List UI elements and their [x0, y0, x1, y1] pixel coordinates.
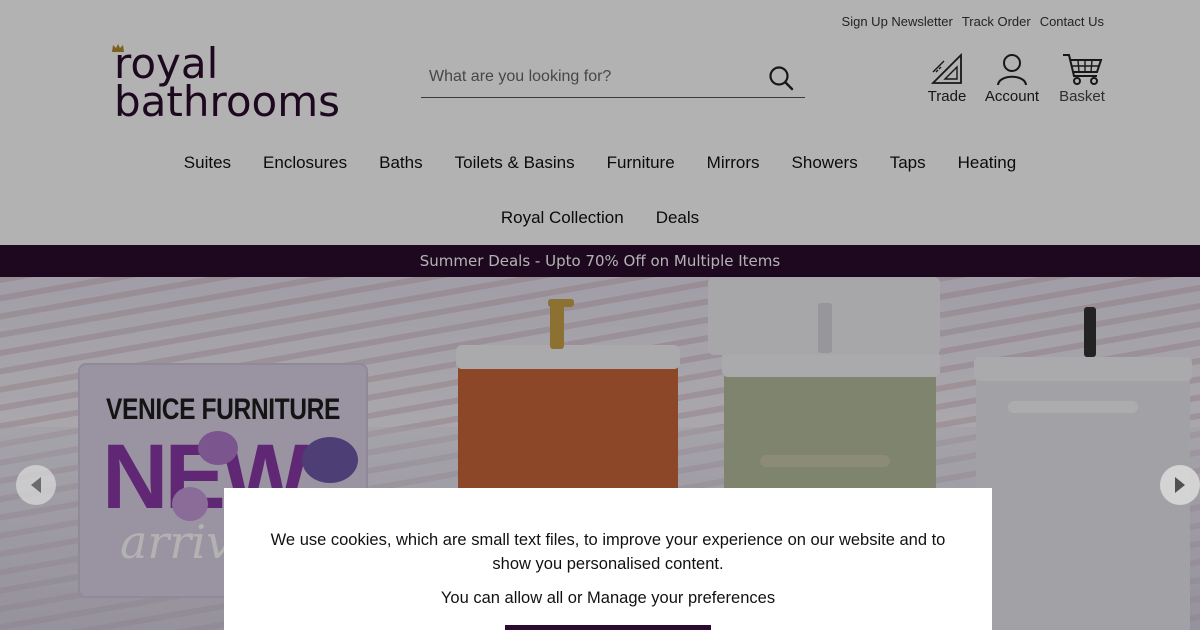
cookie-preferences-text: You can allow all or Manage your prefere…	[440, 589, 776, 607]
chevron-right-icon	[1175, 477, 1185, 493]
cookie-consent-dialog: We use cookies, which are small text fil…	[224, 488, 992, 630]
chevron-left-icon	[31, 477, 41, 493]
allow-all-button[interactable]	[505, 625, 711, 630]
carousel-next-button[interactable]	[1160, 465, 1200, 505]
carousel-prev-button[interactable]	[16, 465, 56, 505]
cookie-message: We use cookies, which are small text fil…	[270, 531, 946, 573]
